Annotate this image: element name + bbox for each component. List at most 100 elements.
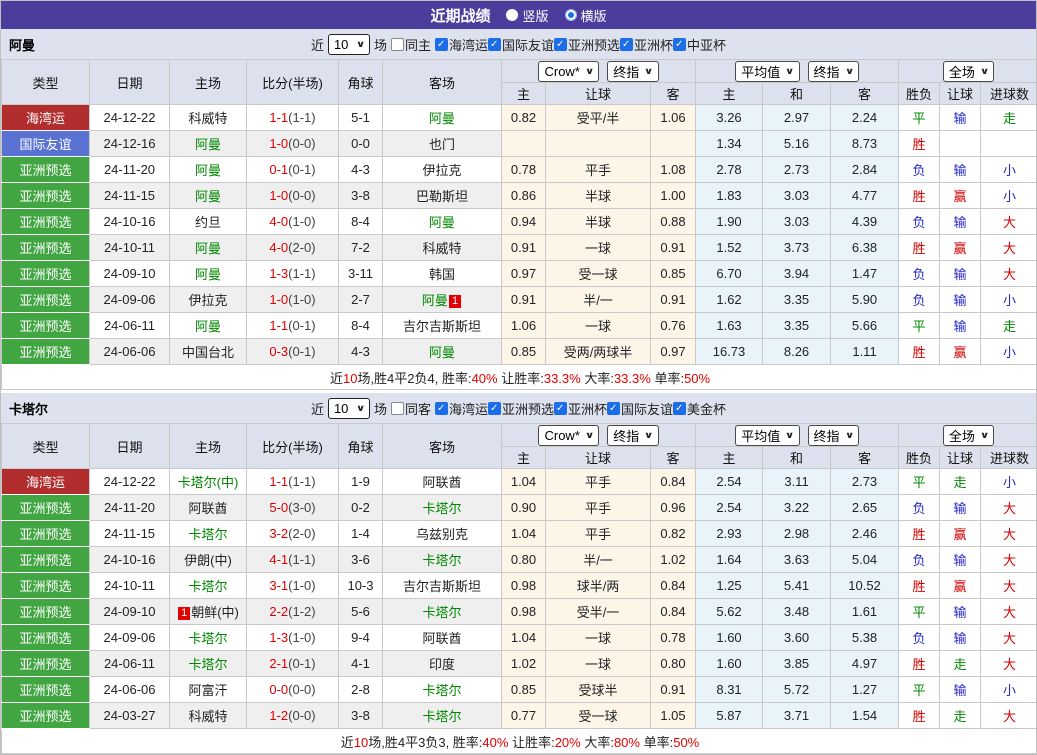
average-select-value: 平均值	[741, 62, 780, 81]
results-table: 类型 日期 主场 比分(半场) 角球 客场 Crow* 终指 平均值	[1, 59, 1037, 390]
team-name-text: 约旦	[195, 215, 221, 230]
team-name-text: 卡塔尔(中)	[178, 475, 239, 490]
odds-home-cell: 0.91	[502, 287, 546, 313]
scope-select-value: 全场	[949, 426, 975, 445]
subcol-goals-result: 进球数	[981, 83, 1037, 105]
team-name-text: 科威特	[422, 241, 461, 256]
checkbox-checked-icon[interactable]	[673, 402, 686, 415]
subcol-avg-away: 客	[831, 447, 899, 469]
team-cell: 卡塔尔	[383, 495, 502, 521]
avg-draw-cell: 3.60	[763, 625, 831, 651]
match-date-cell: 24-06-11	[90, 651, 170, 677]
match-count-select[interactable]: 10	[328, 398, 370, 419]
team-cell: 卡塔尔	[383, 599, 502, 625]
league-filter[interactable]: 亚洲杯	[554, 399, 607, 418]
horizontal-layout-radio[interactable]: 横版	[565, 6, 607, 25]
checkbox-checked-icon[interactable]	[620, 38, 633, 51]
subcol-handicap: 让球	[546, 447, 651, 469]
same-venue-filter[interactable]: 同主	[391, 35, 431, 54]
odds-home-cell	[502, 131, 546, 157]
fulltime-score: 1-2	[269, 708, 288, 723]
avg-away-cell: 1.47	[831, 261, 899, 287]
scope-select[interactable]: 全场	[943, 61, 994, 82]
vertical-layout-radio[interactable]: 竖版	[506, 6, 548, 25]
final-odds-select[interactable]: 终指	[607, 425, 658, 446]
league-filter[interactable]: 亚洲预选	[554, 35, 620, 54]
subcol-odds-home: 主	[502, 447, 546, 469]
radio-selected-icon[interactable]	[565, 9, 577, 21]
checkbox-checked-icon[interactable]	[554, 402, 567, 415]
team-cell: 卡塔尔	[170, 521, 247, 547]
corner-cell: 2-7	[339, 287, 383, 313]
match-count-select[interactable]: 10	[328, 34, 370, 55]
team-cell: 科威特	[383, 235, 502, 261]
avg-away-cell: 1.61	[831, 599, 899, 625]
summary-part: 大率:	[581, 735, 614, 750]
team-name-text: 阿联酋	[422, 631, 461, 646]
halftime-score: (2-0)	[288, 526, 315, 541]
average-select[interactable]: 平均值	[735, 61, 799, 82]
team-name-text: 伊拉克	[422, 163, 461, 178]
radio-unselected-icon[interactable]	[506, 9, 518, 21]
checkbox-unchecked-icon[interactable]	[391, 402, 404, 415]
checkbox-checked-icon[interactable]	[554, 38, 567, 51]
fulltime-score: 1-1	[269, 110, 288, 125]
odds-away-cell: 0.97	[651, 339, 696, 365]
fulltime-score: 0-1	[269, 162, 288, 177]
team-name-text: 卡塔尔	[422, 709, 461, 724]
league-filter[interactable]: 中亚杯	[673, 35, 726, 54]
average-select[interactable]: 平均值	[735, 425, 799, 446]
result-handicap-cell: 输	[940, 261, 981, 287]
avg-draw-cell: 3.22	[763, 495, 831, 521]
league-filter[interactable]: 海湾运	[435, 35, 488, 54]
score-cell: 1-0(0-0)	[247, 183, 339, 209]
avg-draw-cell: 2.98	[763, 521, 831, 547]
checkbox-checked-icon[interactable]	[488, 402, 501, 415]
checkbox-unchecked-icon[interactable]	[391, 38, 404, 51]
final-odds-select-2[interactable]: 终指	[808, 61, 859, 82]
league-filter[interactable]: 亚洲预选	[488, 399, 554, 418]
bookmaker-select[interactable]: Crow*	[538, 61, 599, 82]
final-odds-select-2[interactable]: 终指	[808, 425, 859, 446]
same-venue-filter[interactable]: 同客	[391, 399, 431, 418]
team-name-text: 卡塔尔	[422, 501, 461, 516]
avg-home-cell: 1.34	[696, 131, 763, 157]
league-filter[interactable]: 国际友谊	[607, 399, 673, 418]
checkbox-checked-icon[interactable]	[673, 38, 686, 51]
result-handicap-cell: 走	[940, 651, 981, 677]
summary-part: 10	[354, 735, 368, 750]
subcol-handicap-result: 让球	[940, 83, 981, 105]
match-row: 海湾运24-12-22卡塔尔(中)1-1(1-1)1-9阿联酋1.04平手0.8…	[2, 469, 1037, 495]
league-filter-label: 亚洲预选	[502, 399, 554, 418]
result-goals-cell: 小	[981, 287, 1037, 313]
team-name-text: 阿曼	[429, 111, 455, 126]
checkbox-checked-icon[interactable]	[435, 402, 448, 415]
avg-away-cell: 5.66	[831, 313, 899, 339]
odds-away-cell: 0.91	[651, 677, 696, 703]
odds-away-cell: 0.80	[651, 651, 696, 677]
scope-select[interactable]: 全场	[943, 425, 994, 446]
league-filter[interactable]: 亚洲杯	[620, 35, 673, 54]
bookmaker-select[interactable]: Crow*	[538, 425, 599, 446]
league-filter[interactable]: 美金杯	[673, 399, 726, 418]
avg-draw-cell: 3.63	[763, 547, 831, 573]
checkbox-checked-icon[interactable]	[488, 38, 501, 51]
match-date-cell: 24-10-16	[90, 547, 170, 573]
avg-home-cell: 1.60	[696, 651, 763, 677]
score-cell: 0-3(0-1)	[247, 339, 339, 365]
team-cell: 也门	[383, 131, 502, 157]
result-outcome-cell: 负	[899, 547, 940, 573]
result-goals-cell: 大	[981, 261, 1037, 287]
col-header-score: 比分(半场)	[247, 424, 339, 469]
checkbox-checked-icon[interactable]	[435, 38, 448, 51]
match-row: 亚洲预选24-11-20阿联酋5-0(3-0)0-2卡塔尔0.90平手0.962…	[2, 495, 1037, 521]
team-cell: 巴勒斯坦	[383, 183, 502, 209]
team-cell: 阿曼	[383, 209, 502, 235]
league-filter[interactable]: 国际友谊	[488, 35, 554, 54]
match-row: 亚洲预选24-09-101朝鲜(中)2-2(1-2)5-6卡塔尔0.98受半/一…	[2, 599, 1037, 625]
score-cell: 1-1(0-1)	[247, 313, 339, 339]
final-odds-select[interactable]: 终指	[607, 61, 658, 82]
avg-draw-cell: 3.48	[763, 599, 831, 625]
checkbox-checked-icon[interactable]	[607, 402, 620, 415]
league-filter[interactable]: 海湾运	[435, 399, 488, 418]
